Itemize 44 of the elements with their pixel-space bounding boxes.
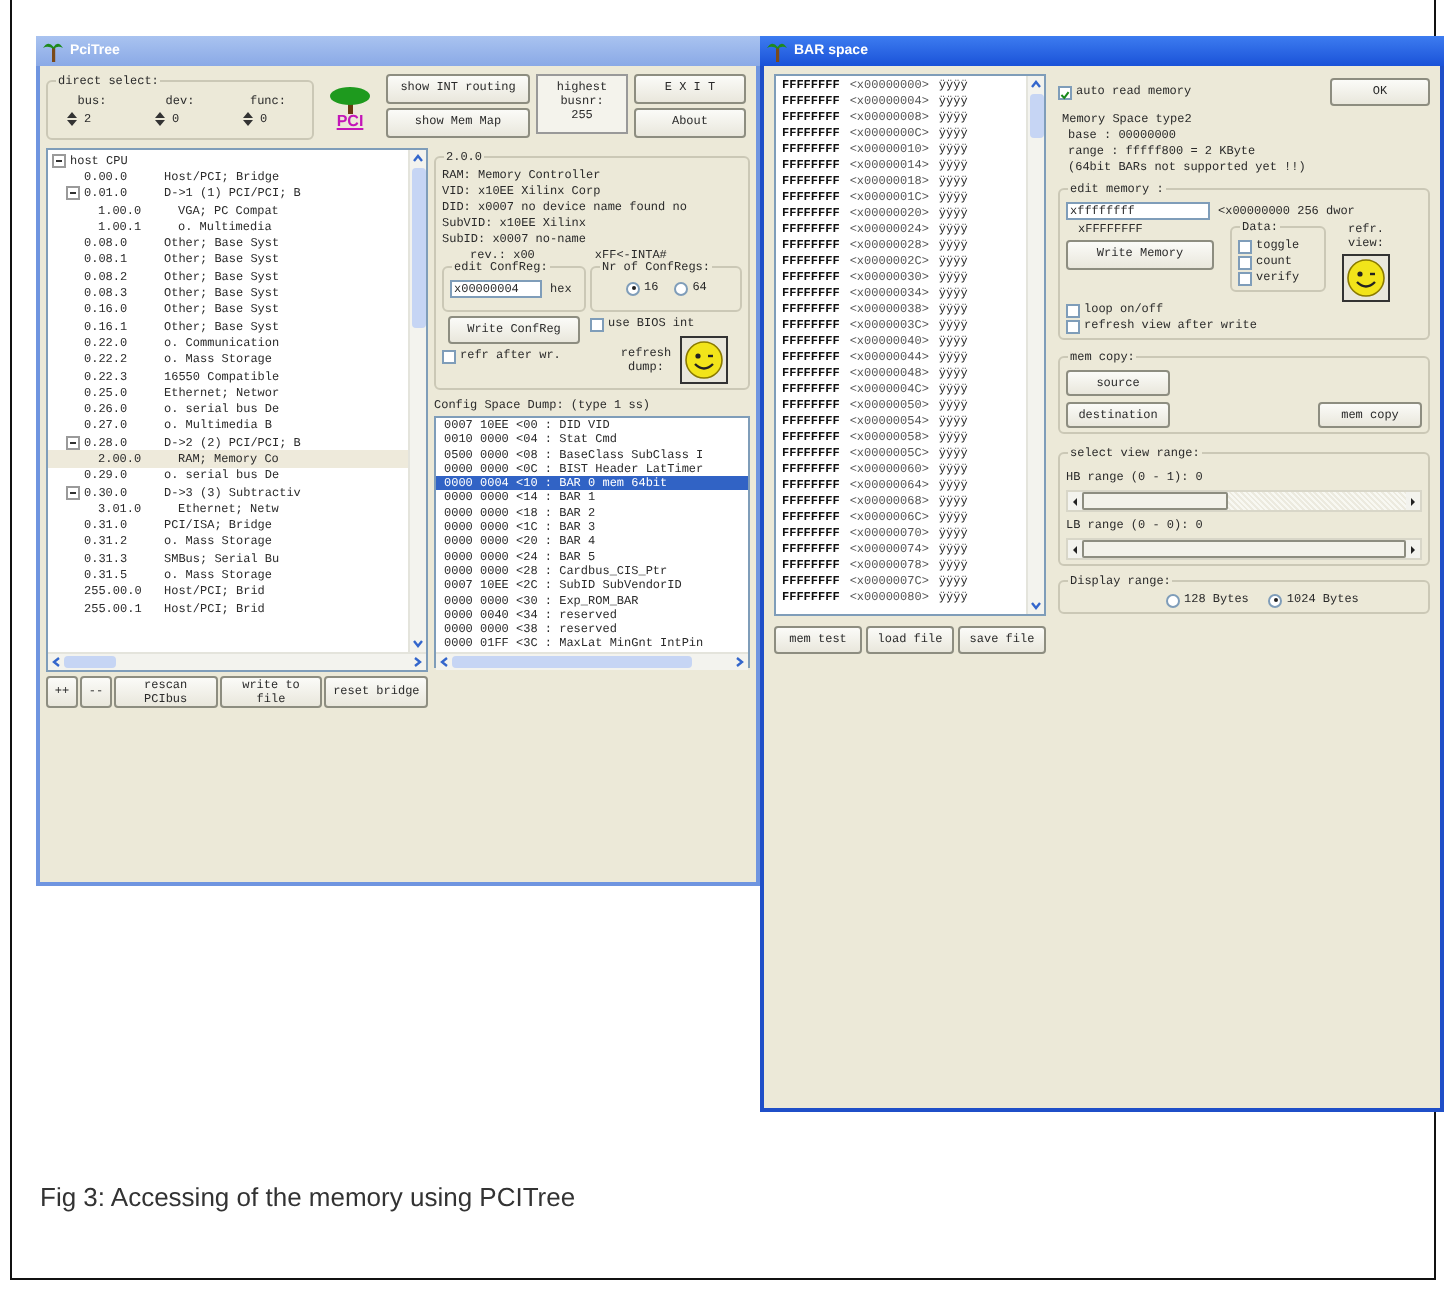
arrow-icon[interactable] <box>1068 493 1082 510</box>
checkbox[interactable] <box>1238 271 1252 285</box>
arrow-icon[interactable] <box>1406 541 1420 558</box>
arrow-icon[interactable] <box>1406 493 1420 510</box>
scrollbar[interactable] <box>436 651 748 670</box>
checkbox[interactable] <box>1066 303 1080 318</box>
collapse-icon[interactable] <box>66 485 80 500</box>
scrollbar[interactable] <box>48 652 426 670</box>
collapse-icon[interactable] <box>66 186 80 201</box>
radio-button[interactable] <box>1166 593 1180 608</box>
slider-track[interactable] <box>1066 490 1422 513</box>
checkbox[interactable] <box>1066 319 1080 334</box>
logo-text: PCI <box>336 114 364 130</box>
arrow-icon[interactable] <box>1068 541 1082 558</box>
refresh-button[interactable] <box>1342 254 1390 303</box>
checkbox[interactable] <box>590 317 604 331</box>
refresh-button[interactable] <box>680 336 728 384</box>
slider-thumb[interactable] <box>1082 492 1228 511</box>
collapse-icon[interactable] <box>66 435 80 450</box>
tree-icon <box>328 86 372 114</box>
slider-thumb[interactable] <box>1082 540 1406 559</box>
checkbox[interactable] <box>442 349 456 363</box>
checkbox[interactable] <box>1238 255 1252 269</box>
checkbox[interactable] <box>1238 239 1252 253</box>
palm-tree-icon <box>42 40 64 62</box>
scrollbar[interactable] <box>1026 76 1044 614</box>
checkbox[interactable] <box>1058 85 1072 99</box>
spin-arrows-icon <box>154 110 166 128</box>
scroll-thumb[interactable] <box>452 655 692 668</box>
slider-track[interactable] <box>1066 538 1422 561</box>
collapse-icon[interactable] <box>52 153 66 168</box>
spin-arrows-icon <box>66 110 78 128</box>
smiley-icon <box>1346 258 1386 299</box>
scroll-thumb[interactable] <box>1029 94 1043 138</box>
radio-button[interactable] <box>674 281 689 295</box>
smiley-icon <box>684 340 724 380</box>
figure-caption: Fig 3: Accessing of the memory using PCITree <box>40 1182 576 1212</box>
scroll-thumb[interactable] <box>64 656 116 668</box>
radio-button[interactable] <box>626 281 640 295</box>
radio-button[interactable] <box>1268 593 1283 608</box>
scrollbar[interactable] <box>408 150 426 652</box>
spin-arrows-icon <box>242 110 254 128</box>
scroll-thumb[interactable] <box>411 168 425 328</box>
palm-tree-icon <box>766 40 788 62</box>
